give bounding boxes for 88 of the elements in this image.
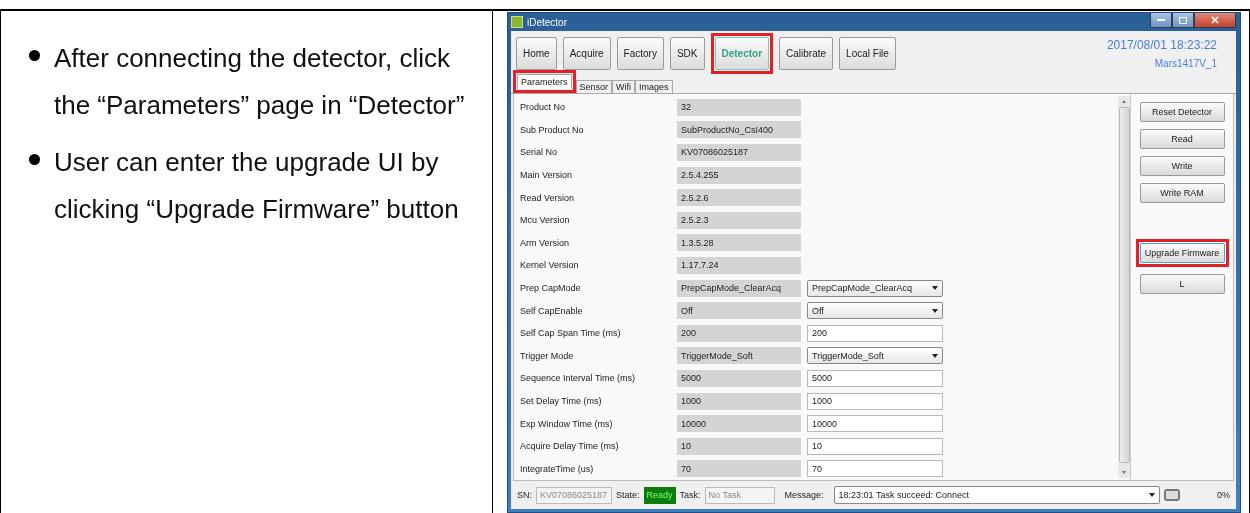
state-badge: Ready [643,486,676,504]
field-label: Set Delay Time (ms) [520,396,603,406]
toolbar-button[interactable]: Acquire [562,36,611,70]
field-label: Self CapEnable [520,305,584,316]
input-field[interactable]: 1000 [807,392,943,410]
instruction-text: User can enter the upgrade UI by clicking “Upgrade Firmware” button [54,146,460,226]
field-label: Trigger Mode [520,350,575,361]
input-field[interactable]: 10 [807,437,943,455]
bullet-icon [29,154,40,165]
field-label: Arm Version [520,237,571,248]
dropdown[interactable]: PrepCapMode_ClearAcq [807,279,943,297]
current-value: PrepCapMode_ClearAcq [677,279,801,297]
app-icon [511,16,523,28]
tab[interactable]: Images [635,80,673,93]
caret-icon [932,286,938,291]
caret-icon [932,353,938,358]
tab[interactable]: Sensor [575,80,613,93]
progress-percent: 0% [1217,490,1230,501]
current-value: SubProductNo_CsI400 [677,121,801,139]
current-value: 32 [677,98,801,116]
action-button[interactable]: Read [1139,129,1225,149]
current-value: Off [677,302,801,320]
field-label: Prep CapMode [520,283,582,294]
current-value: 2.5.2.3 [677,211,801,229]
progress-icon [1163,489,1180,502]
dropdown[interactable]: Off [807,302,943,320]
toolbar-button[interactable]: Calibrate [779,36,834,70]
current-value: TriggerMode_Soft [677,347,801,365]
serial-field: KV07086025187 [536,486,612,504]
field-label: Acquire Delay Time (ms) [520,441,620,452]
toolbar-button[interactable]: Local File [839,36,896,70]
current-value: 2.5.4.255 [677,166,801,184]
field-label: Serial No [520,147,558,158]
current-value: 1000 [677,392,801,410]
caret-icon [932,308,938,313]
minimize-icon [1157,18,1165,22]
message-dropdown[interactable]: 18:23:01 Task succeed: Connect [833,486,1160,505]
current-value: 200 [677,324,801,342]
field-label: Kernel Version [520,260,580,271]
minimize-button[interactable] [1150,13,1172,28]
toolbar-button[interactable]: Home [516,36,557,70]
tab[interactable]: Wifi [612,80,636,93]
field-label: IntegrateTime (us) [520,463,595,474]
status-label: Message: [784,490,824,501]
device-model: Mars1417V_1 [1154,57,1217,69]
task-field: No Task [704,486,775,504]
current-value: 70 [677,460,801,478]
field-label: Self Cap Span Time (ms) [520,328,622,339]
current-value: 1.3.5.28 [677,234,801,252]
input-field[interactable]: 10000 [807,415,943,433]
input-field[interactable]: 200 [807,324,943,342]
status-label: SN: [517,490,532,501]
field-label: Main Version [520,170,574,181]
dropdown[interactable]: TriggerMode_Soft [807,347,943,365]
field-label: Product No [520,102,567,113]
status-label: State: [616,490,640,501]
date-time: 2017/08/01 18:23:22 [1106,37,1217,52]
caret-icon [1148,493,1155,498]
input-field[interactable]: 5000 [807,369,943,387]
current-value: 1.17.7.24 [677,256,801,274]
field-label: Mcu Version [520,215,571,226]
scrollbar[interactable] [1118,96,1130,479]
toolbar-button[interactable]: SDK [669,36,705,70]
field-label: Read Version [520,192,576,203]
toolbar-button[interactable]: Factory [616,36,664,70]
maximize-icon [1179,16,1187,24]
field-label: Exp Window Time (ms) [520,418,614,429]
current-value: 10000 [677,415,801,433]
close-icon [1211,16,1219,24]
bullet-icon [29,50,40,61]
action-button[interactable]: Upgrade Firmware [1139,243,1225,263]
window-title: iDetector [527,16,567,28]
action-button[interactable]: Write [1139,156,1225,176]
tab[interactable]: Parameters [517,74,572,89]
field-label: Sub Product No [520,124,585,135]
current-value: 10 [677,437,801,455]
close-button[interactable] [1194,13,1236,28]
current-value: 2.5.2.6 [677,189,801,207]
instruction-text: After connecting the detector, click the “Parameters” page in “Detector” [54,42,466,122]
current-value: 5000 [677,369,801,387]
input-field[interactable]: 70 [807,460,943,478]
current-value: KV07086025187 [677,144,801,161]
maximize-button[interactable] [1172,13,1194,28]
action-button[interactable]: Write RAM [1139,183,1225,203]
action-button[interactable]: L [1139,274,1225,294]
action-button[interactable]: Reset Detector [1139,102,1225,122]
status-label: Task: [679,490,701,501]
field-label: Sequence Interval Time (ms) [520,373,637,384]
